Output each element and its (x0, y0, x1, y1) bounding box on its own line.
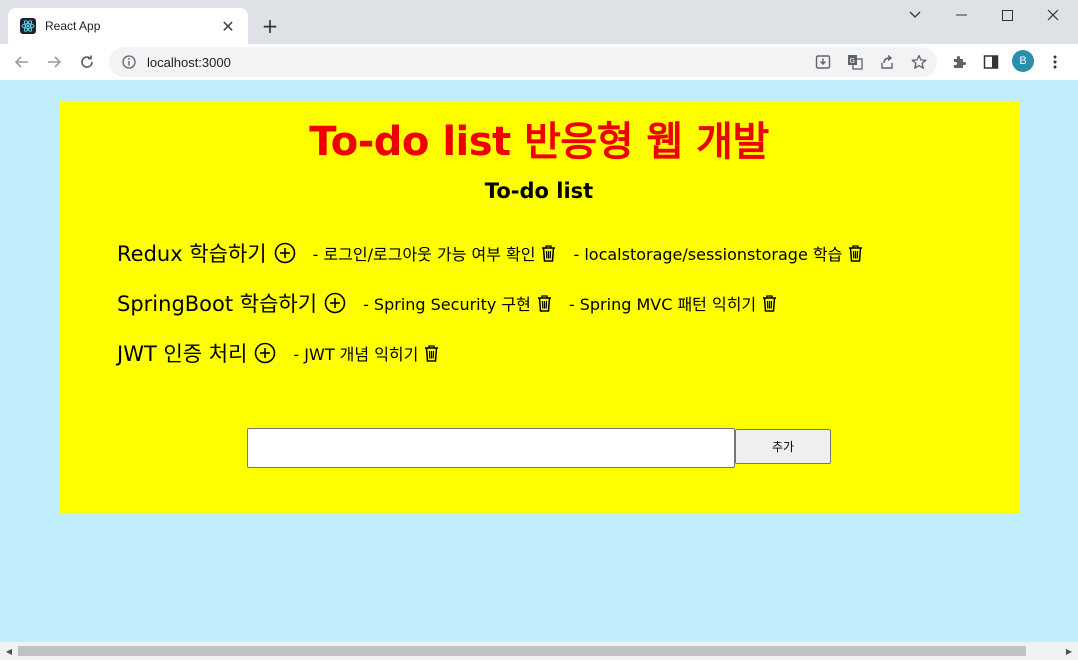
install-app-icon[interactable] (811, 50, 835, 74)
profile-avatar[interactable]: B (1012, 50, 1034, 72)
subtask-item: - JWT 개념 익히기 (293, 341, 440, 365)
address-bar[interactable]: localhost:3000 G (109, 47, 937, 77)
close-window-button[interactable] (1030, 4, 1076, 26)
translate-icon[interactable]: G (843, 50, 867, 74)
side-panel-icon[interactable] (979, 50, 1003, 74)
browser-tab[interactable]: React App ✕ (8, 8, 248, 44)
todo-panel: To-do list 반응형 웹 개발 To-do list Redux 학습하… (59, 101, 1019, 513)
browser-menu-icon[interactable] (1043, 50, 1067, 74)
page-viewport: To-do list 반응형 웹 개발 To-do list Redux 학습하… (0, 80, 1078, 642)
subtask-label: - Spring MVC 패턴 익히기 (568, 295, 757, 314)
add-button[interactable]: 추가 (735, 429, 831, 464)
tab-title: React App (45, 19, 101, 33)
subtask-item: - Spring Security 구현 (363, 291, 553, 315)
browser-titlebar: React App ✕ + (0, 0, 1078, 44)
add-circle-icon[interactable] (273, 241, 297, 265)
horizontal-scrollbar[interactable]: ◀ ▶ (0, 642, 1078, 660)
trash-icon[interactable] (762, 294, 778, 313)
url-text: localhost:3000 (147, 54, 231, 70)
subtask-item: - 로그인/로그아웃 가능 여부 확인 (313, 241, 558, 265)
subtask-label: - localstorage/sessionstorage 학습 (573, 245, 843, 264)
subtask-label: - 로그인/로그아웃 가능 여부 확인 (312, 245, 536, 264)
react-logo-icon (20, 18, 36, 34)
scrollbar-thumb[interactable] (18, 646, 1026, 656)
subtask-label: - JWT 개념 익히기 (293, 345, 419, 364)
forward-arrow-icon[interactable] (42, 50, 66, 74)
new-tab-button[interactable]: + (258, 14, 282, 38)
extensions-puzzle-icon[interactable] (947, 50, 971, 74)
scroll-right-icon[interactable]: ▶ (1064, 646, 1074, 656)
trash-icon[interactable] (537, 294, 553, 313)
reload-icon[interactable] (75, 50, 99, 74)
bookmark-star-icon[interactable] (907, 50, 931, 74)
subtask-item: - Spring MVC 패턴 익히기 (569, 291, 778, 315)
trash-icon[interactable] (541, 244, 557, 263)
todo-item: SpringBoot 학습하기 - Spring Security 구현 - S… (117, 288, 778, 318)
maximize-button[interactable] (984, 4, 1030, 26)
todo-label: SpringBoot 학습하기 (117, 292, 318, 316)
trash-icon[interactable] (424, 344, 440, 363)
page-title: To-do list 반응형 웹 개발 (309, 119, 769, 165)
tab-search-icon[interactable] (892, 4, 938, 26)
subtask-item: - localstorage/sessionstorage 학습 (573, 241, 864, 265)
list-heading: To-do list (484, 179, 594, 203)
add-circle-icon[interactable] (253, 341, 277, 365)
svg-text:G: G (850, 57, 855, 65)
browser-toolbar: localhost:3000 G (0, 44, 1078, 80)
scroll-left-icon[interactable]: ◀ (4, 646, 14, 656)
todo-label: Redux 학습하기 (117, 242, 267, 266)
share-icon[interactable] (875, 50, 899, 74)
add-circle-icon[interactable] (323, 291, 347, 315)
trash-icon[interactable] (848, 244, 864, 263)
close-tab-icon[interactable]: ✕ (218, 16, 238, 36)
todo-input[interactable] (247, 428, 735, 468)
todo-label: JWT 인증 처리 (117, 342, 248, 366)
back-arrow-icon[interactable] (10, 50, 34, 74)
subtask-label: - Spring Security 구현 (363, 295, 531, 314)
todo-item: Redux 학습하기 - 로그인/로그아웃 가능 여부 확인 - localst… (117, 238, 864, 268)
minimize-button[interactable] (938, 4, 984, 26)
todo-item: JWT 인증 처리 - JWT 개념 익히기 (117, 338, 440, 368)
site-info-icon[interactable] (121, 54, 137, 70)
